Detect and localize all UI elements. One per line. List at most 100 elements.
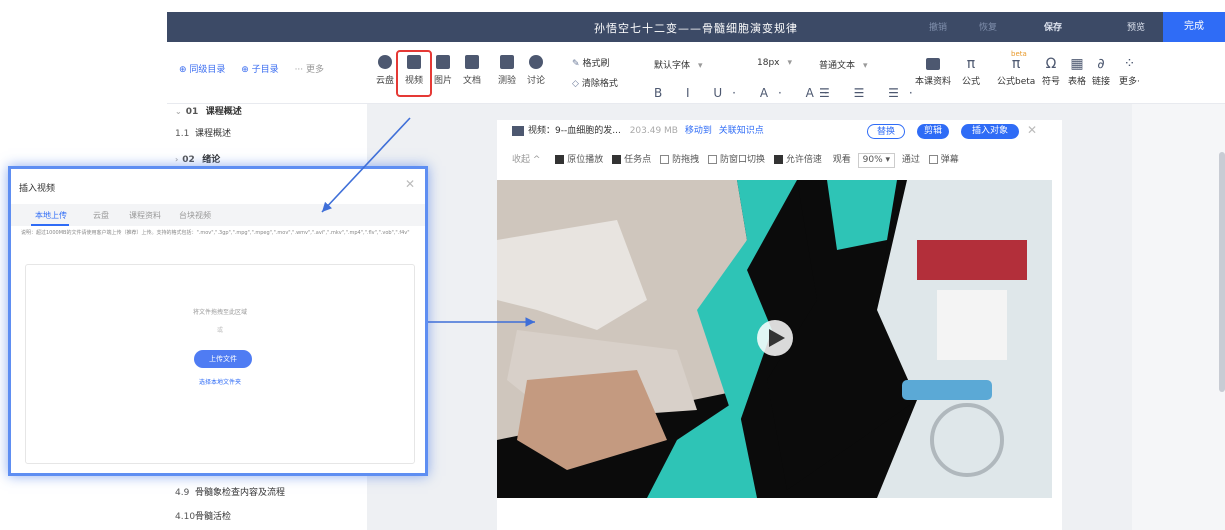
formula-beta-tool[interactable]: beta π 公式beta bbox=[997, 50, 1036, 87]
resources-icon bbox=[926, 58, 940, 70]
file-drop-zone[interactable]: 将文件拖拽至此区域 或 上传文件 选择本地文件夹 bbox=[25, 264, 415, 464]
insert-video-dialog: 插入视频 ✕ 本地上传 云盘 课程资料 台块视频 说明：超过1000MB的文件请… bbox=[8, 166, 428, 476]
undo-button[interactable]: 撤销 bbox=[929, 20, 947, 33]
video-file-name: 视频：9--血细胞的发... bbox=[528, 126, 621, 136]
quiz-tool[interactable]: 测验 bbox=[492, 50, 522, 86]
cut-button[interactable]: 剪辑 bbox=[917, 124, 949, 139]
video-icon bbox=[512, 125, 524, 136]
chapter-01[interactable]: ⌄ 01 课程概述 bbox=[175, 104, 242, 117]
chevron-down-icon: ▾ bbox=[698, 61, 703, 71]
course-resources-tool[interactable]: 本课资料 bbox=[915, 56, 951, 87]
chapter-number: 02 bbox=[182, 155, 195, 165]
section-4-10[interactable]: 4.10骨髓活检 bbox=[175, 509, 231, 522]
title-bar: 孙悟空七十二变——骨髓细胞演变规律 撤销 恢复 保存 预览 完成 bbox=[167, 12, 1225, 42]
image-tool[interactable]: 图片 bbox=[428, 50, 458, 86]
watch-percent-value: 90% bbox=[862, 155, 883, 165]
symbol-tool[interactable]: Ω 符号 bbox=[1042, 56, 1060, 87]
table-tool[interactable]: ▦ 表格 bbox=[1068, 56, 1086, 87]
add-same-level-button[interactable]: ⊕ 同级目录 bbox=[179, 65, 225, 75]
tab-platform-video[interactable]: 台块视频 bbox=[179, 210, 211, 221]
chapter-02[interactable]: › 02 绪论 bbox=[175, 152, 220, 165]
quiz-icon bbox=[500, 55, 514, 69]
link-tool[interactable]: ∂ 链接 bbox=[1092, 56, 1110, 87]
chapter-number: 01 bbox=[185, 107, 199, 117]
formula-beta-label: 公式beta bbox=[997, 77, 1036, 87]
add-sub-level-button[interactable]: ⊕ 子目录 bbox=[241, 65, 278, 75]
choose-folder-link[interactable]: 选择本地文件夹 bbox=[26, 377, 414, 386]
danmaku-checkbox[interactable] bbox=[928, 155, 938, 164]
anti-window-switch-checkbox[interactable] bbox=[707, 155, 717, 164]
beta-tag: beta bbox=[1011, 50, 1027, 58]
format-brush-label: 格式刷 bbox=[582, 59, 610, 69]
editor-scrollbar[interactable] bbox=[1219, 152, 1225, 392]
save-button[interactable]: 保存 bbox=[1044, 20, 1062, 33]
format-brush-button[interactable]: ✎ 格式刷 bbox=[572, 56, 610, 69]
close-icon[interactable]: ✕ bbox=[1027, 123, 1037, 137]
preview-button[interactable]: 预览 bbox=[1127, 20, 1145, 33]
section-4-9[interactable]: 4.9 骨髓象检查内容及流程 bbox=[175, 485, 285, 498]
in-place-play-checkbox[interactable] bbox=[555, 155, 565, 164]
watch-label: 观看 bbox=[832, 155, 851, 165]
active-tab-indicator bbox=[31, 224, 69, 226]
tab-local-upload[interactable]: 本地上传 bbox=[35, 210, 67, 221]
paragraph-style-value: 普通文本 bbox=[819, 61, 856, 71]
close-icon[interactable]: ✕ bbox=[405, 177, 415, 191]
task-point-checkbox[interactable] bbox=[612, 155, 622, 164]
discussion-tool[interactable]: 讨论 bbox=[521, 50, 551, 86]
video-player[interactable] bbox=[497, 180, 1052, 498]
document-tool[interactable]: 文档 bbox=[457, 50, 487, 86]
clear-format-button[interactable]: ◇ 清除格式 bbox=[572, 76, 618, 89]
directory-actions: ⊕ 同级目录 ⊕ 子目录 ··· 更多 bbox=[179, 62, 337, 75]
chevron-right-icon: › bbox=[175, 155, 179, 164]
font-size-select[interactable]: 18px ▾ bbox=[757, 56, 792, 72]
video-options-row: 收起 ^ 原位播放 任务点 防拖拽 防窗口切换 允许倍速 观看 90% ▾ 通过… bbox=[497, 150, 1062, 170]
tab-course-resources[interactable]: 课程资料 bbox=[129, 210, 161, 221]
redo-button[interactable]: 恢复 bbox=[979, 20, 997, 33]
section-1-1[interactable]: 1.1 课程概述 bbox=[175, 126, 231, 139]
upload-file-button[interactable]: 上传文件 bbox=[194, 350, 252, 368]
document-icon bbox=[465, 55, 479, 69]
section-label: 骨髓活检 bbox=[195, 512, 232, 522]
section-label: 骨髓象检查内容及流程 bbox=[195, 488, 286, 498]
formula-label: 公式 bbox=[962, 77, 981, 87]
anti-drag-checkbox[interactable] bbox=[660, 155, 670, 164]
list-buttons[interactable]: ☰ ☰ ☰· bbox=[819, 86, 923, 100]
link-icon: ∂ bbox=[1097, 56, 1105, 72]
section-number: 4.10 bbox=[175, 512, 196, 522]
watch-percent-select[interactable]: 90% ▾ bbox=[857, 153, 896, 168]
danmaku-label: 弹幕 bbox=[940, 155, 959, 165]
done-button[interactable]: 完成 bbox=[1163, 12, 1225, 42]
collapse-button[interactable]: 收起 ^ bbox=[512, 155, 540, 165]
table-icon: ▦ bbox=[1070, 56, 1084, 72]
symbol-label: 符号 bbox=[1042, 77, 1061, 87]
insert-object-button[interactable]: 插入对象 bbox=[961, 124, 1019, 139]
tab-cloud-disk[interactable]: 云盘 bbox=[93, 210, 109, 221]
grid-icon: ⁘ bbox=[1123, 56, 1136, 72]
chevron-down-icon: ▾ bbox=[863, 61, 868, 71]
more-tool[interactable]: ⁘ 更多· bbox=[1119, 56, 1140, 87]
cloud-icon bbox=[378, 55, 392, 69]
move-to-link[interactable]: 移动到 bbox=[685, 126, 712, 136]
quiz-label: 测验 bbox=[497, 76, 516, 86]
link-knowledge-points[interactable]: 关联知识点 bbox=[719, 126, 764, 136]
allow-speed-checkbox[interactable] bbox=[773, 155, 783, 164]
font-family-select[interactable]: 默认字体 ▾ bbox=[654, 56, 703, 72]
toolbar: ⊕ 同级目录 ⊕ 子目录 ··· 更多 云盘 视频 图片 文档 测验 讨论 ✎ … bbox=[167, 42, 1225, 104]
discussion-icon bbox=[529, 55, 543, 69]
brush-icon: ✎ bbox=[572, 59, 580, 69]
omega-icon: Ω bbox=[1045, 56, 1057, 72]
formula-tool[interactable]: π 公式 bbox=[962, 56, 980, 87]
image-label: 图片 bbox=[433, 76, 452, 86]
link-label: 链接 bbox=[1092, 77, 1111, 87]
section-label: 课程概述 bbox=[195, 129, 232, 139]
dialog-title: 插入视频 bbox=[19, 184, 56, 194]
paragraph-style-select[interactable]: 普通文本 ▾ bbox=[819, 56, 868, 72]
anti-window-switch-label: 防窗口切换 bbox=[719, 155, 765, 165]
video-file-size: 203.49 MB bbox=[629, 126, 678, 136]
video-thumbnail bbox=[497, 180, 1052, 498]
cloud-disk-label: 云盘 bbox=[375, 76, 394, 86]
replace-button[interactable]: 替换 bbox=[867, 124, 905, 139]
more-directory-button[interactable]: ··· 更多 bbox=[295, 65, 324, 75]
text-style-buttons[interactable]: B I U· A· A· bbox=[654, 86, 838, 100]
chapter-label: 绪论 bbox=[202, 155, 221, 165]
